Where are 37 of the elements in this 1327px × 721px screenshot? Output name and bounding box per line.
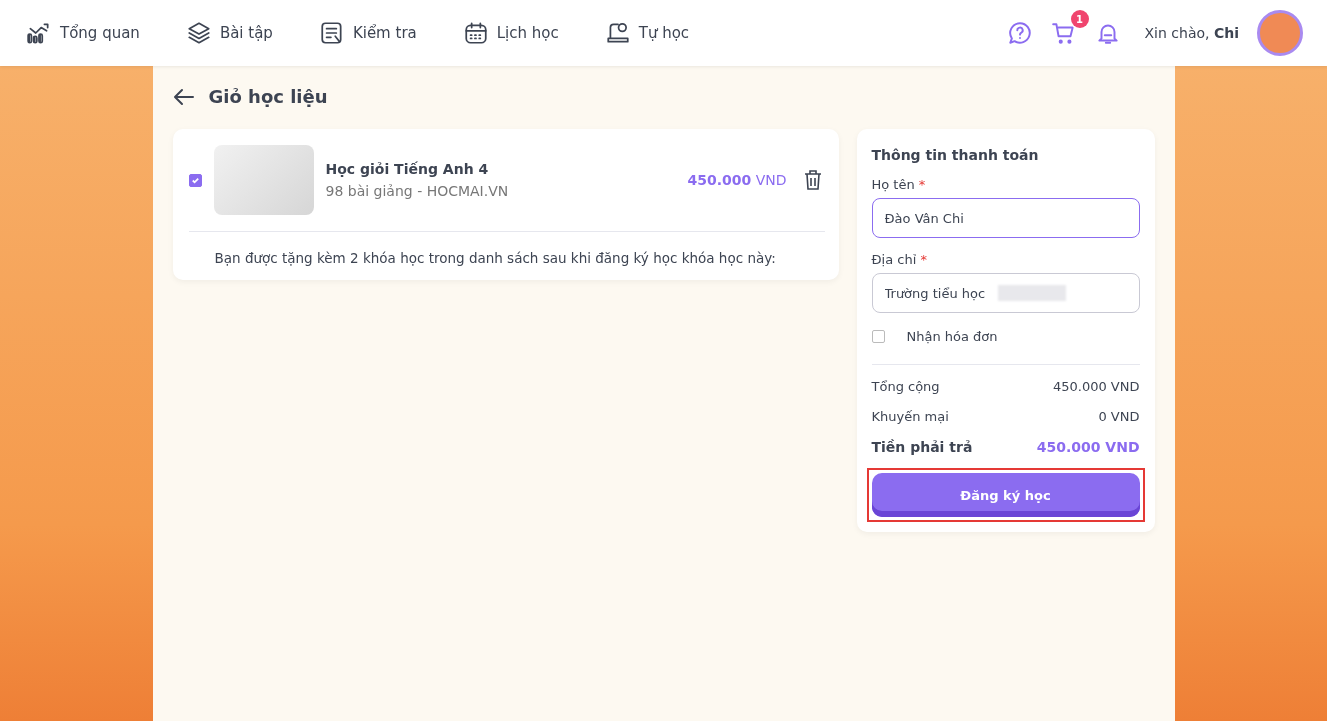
summary-label: Tổng cộng — [871, 379, 940, 394]
input-field[interactable]: Đào Vân Chi — [871, 198, 1140, 238]
summary-label: Khuyến mại — [871, 409, 949, 424]
check-icon — [190, 175, 200, 185]
chart-icon — [26, 20, 52, 46]
back-arrow-icon[interactable] — [172, 87, 195, 106]
course-subtitle: 98 bài giảng - HOCMAI.VN — [325, 183, 510, 199]
test-icon — [318, 20, 345, 46]
summary-value: 450.000 VND — [1036, 439, 1140, 455]
trash-icon[interactable] — [802, 169, 823, 191]
course-title: Học giỏi Tiếng Anh 4 — [325, 161, 490, 177]
input-field[interactable]: Trường tiểu học — [871, 273, 1140, 313]
nav-tab[interactable]: Tổng quan — [26, 20, 140, 46]
course-price: 450.000 VND — [687, 172, 787, 188]
layers-icon — [185, 20, 212, 46]
cart-icon[interactable] — [1050, 20, 1077, 46]
register-button[interactable]: Đăng ký học — [871, 473, 1140, 517]
nav-tab[interactable]: Kiểm tra — [318, 20, 417, 46]
invoice-checkbox[interactable] — [871, 330, 885, 343]
greeting: Xin chào, Chi — [1144, 25, 1239, 41]
help-icon[interactable] — [1006, 20, 1033, 46]
invoice-label: Nhận hóa đơn — [906, 329, 998, 344]
summary-value: 450.000 VND — [1052, 379, 1140, 394]
payment-title: Thông tin thanh toán — [871, 147, 1040, 163]
summary-label: Tiền phải trả — [871, 439, 973, 455]
field-label: Địa chỉ * — [871, 252, 928, 267]
cart-count-badge: 1 — [1070, 10, 1089, 28]
calendar-icon — [462, 20, 489, 46]
summary-value: 0 VND — [1098, 409, 1140, 424]
avatar[interactable] — [1257, 10, 1303, 56]
field-label: Họ tên * — [871, 177, 927, 192]
page-title: Giỏ học liệu — [208, 86, 328, 107]
nav-tab[interactable]: Bài tập — [185, 20, 273, 46]
item-checkbox[interactable] — [188, 173, 202, 187]
nav-tab[interactable]: Tự học — [604, 20, 690, 46]
bonus-note: Bạn được tặng kèm 2 khóa học trong danh sách sau khi đăng ký học khóa học này: — [213, 249, 777, 266]
nav-tab[interactable]: Lịch học — [462, 20, 559, 46]
